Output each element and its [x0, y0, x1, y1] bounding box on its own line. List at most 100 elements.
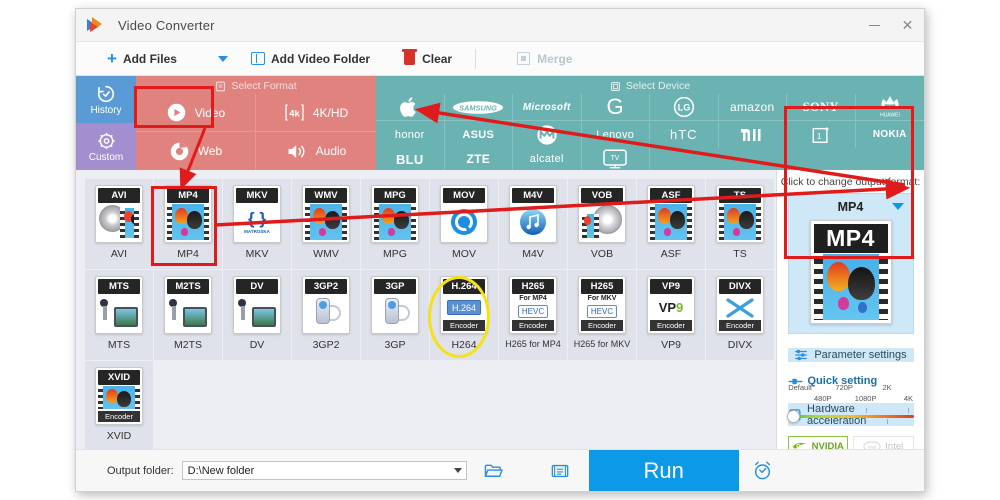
close-icon[interactable]: ✕: [891, 9, 924, 42]
merge-button[interactable]: Merge: [508, 42, 581, 76]
device-brand-sony[interactable]: SONY: [787, 94, 856, 121]
device-brand-zte[interactable]: ZTE: [445, 148, 513, 170]
ts-badge: TS: [719, 188, 761, 203]
format-tile-asf[interactable]: ASF ASF: [637, 179, 705, 269]
device-brand-microsoft[interactable]: Microsoft: [513, 94, 582, 121]
add-video-folder-label: Add Video Folder: [270, 51, 371, 66]
parameter-settings-button[interactable]: Parameter settings: [787, 348, 914, 362]
output-format-value: MP4: [837, 200, 864, 214]
output-format-preview: MP4: [809, 220, 892, 324]
3gp2-label: 3GP2: [312, 339, 340, 351]
device-brand-google[interactable]: G: [581, 94, 650, 121]
sidebar-item-history[interactable]: History: [76, 76, 136, 123]
format-tab-audio-label: Audio: [315, 144, 347, 158]
format-tile-panel: AVI AVI MP4 MP4 MKV {} MATROSKA MKV WMV…: [76, 170, 776, 449]
add-video-folder-button[interactable]: Add Video Folder: [242, 42, 379, 76]
format-tile-h264[interactable]: H.264 H.264 Encoder H264: [430, 270, 498, 360]
device-brand-tv[interactable]: TV: [582, 148, 650, 170]
run-button[interactable]: Run: [588, 449, 739, 491]
merge-label: Merge: [537, 51, 573, 66]
sidebar-item-custom[interactable]: Custom: [76, 123, 136, 170]
chevron-down-icon[interactable]: [217, 55, 228, 62]
device-brand-nokia[interactable]: NOKIA: [856, 121, 925, 148]
format-tile-vob[interactable]: VOB VOB: [568, 179, 636, 269]
open-folder-button[interactable]: [479, 457, 509, 485]
format-tile-mov[interactable]: MOV MOV: [430, 179, 498, 269]
h265-mp4-label: H265 for MP4: [505, 339, 561, 349]
format-tile-dv[interactable]: DV DV: [223, 270, 291, 360]
ts-icon: TS: [716, 185, 764, 243]
alarm-clock-icon: [755, 461, 771, 480]
app-logo-icon: [87, 17, 105, 33]
device-brand-samsung[interactable]: SAMSUNG: [444, 94, 513, 121]
output-format-selector[interactable]: MP4 MP4: [787, 193, 914, 334]
device-brand-htc[interactable]: hTC: [650, 121, 719, 148]
format-tab-4khd[interactable]: 4k 4K/HD: [256, 94, 376, 132]
device-brand-huawei[interactable]: HUAWEI: [855, 94, 924, 121]
clear-button[interactable]: Clear: [395, 42, 461, 76]
add-files-button[interactable]: + Add Files: [98, 42, 186, 76]
quality-slider-track[interactable]: [787, 415, 914, 418]
main-body: AVI AVI MP4 MP4 MKV {} MATROSKA MKV WMV…: [76, 170, 924, 457]
device-brand-honor[interactable]: honor: [376, 121, 445, 148]
output-settings-panel: Click to change output format: MP4 MP4 P…: [776, 170, 924, 457]
quality-label-2k: 2K: [882, 383, 892, 392]
3gp-badge: 3GP: [374, 279, 416, 294]
format-tile-ts[interactable]: TS TS: [706, 179, 774, 269]
format-tile-mkv[interactable]: MKV { } MATROSKA MKV: [223, 179, 291, 269]
format-tile-3gp[interactable]: 3GP 3GP: [361, 270, 429, 360]
format-tile-h265-mp4[interactable]: H265 For MP4 HEVC Encoder H265 for MP4: [499, 270, 567, 360]
play-circle-icon: [167, 103, 185, 122]
format-tile-xvid[interactable]: XVID Encoder XVID: [85, 361, 153, 449]
mov-badge: MOV: [443, 188, 485, 203]
device-brand-amazon[interactable]: amazon: [718, 94, 787, 121]
minimize-icon[interactable]: [858, 9, 891, 42]
format-tile-3gp2[interactable]: 3GP2 3GP2: [292, 270, 360, 360]
format-tile-vp9[interactable]: VP9 VP 9 Encoder VP9: [637, 270, 705, 360]
format-tab-audio[interactable]: Audio: [256, 132, 376, 170]
format-tile-h265-mkv[interactable]: H265 For MKV HEVC Encoder H265 for MKV: [568, 270, 636, 360]
schedule-button[interactable]: [739, 450, 787, 492]
chevron-down-icon[interactable]: [891, 203, 904, 210]
h264-label: H264: [451, 339, 477, 351]
format-tab-web[interactable]: Web: [136, 132, 256, 170]
device-brand-blu[interactable]: BLU: [376, 148, 445, 170]
device-brand-motorola[interactable]: [513, 121, 582, 148]
select-device-label: Select Device: [625, 80, 691, 92]
gear-icon: [97, 132, 115, 149]
media-info-button[interactable]: [545, 457, 575, 485]
quality-label-4k: 4K: [903, 394, 914, 403]
device-brand-lg[interactable]: LG: [650, 94, 719, 121]
output-folder-select[interactable]: [174, 461, 467, 481]
format-tile-mp4[interactable]: MP4 MP4: [154, 179, 222, 269]
toolbar-divider: [475, 48, 477, 69]
dv-icon: DV: [233, 276, 281, 334]
format-tile-divx[interactable]: DIVX Encoder DIVX: [706, 270, 774, 360]
device-brand-lenovo[interactable]: Lenovo: [582, 121, 650, 148]
quality-labels-bottom: Default 720P 2K: [788, 383, 914, 394]
format-tile-mts[interactable]: MTS MTS: [85, 270, 153, 360]
device-brand-asus[interactable]: ASUS: [445, 121, 513, 148]
format-tile-m4v[interactable]: M4V M4V: [499, 179, 567, 269]
device-brand-alcatel[interactable]: alcatel: [513, 148, 582, 170]
divx-encoder-label: Encoder: [719, 320, 761, 331]
device-brand-xiaomi[interactable]: [719, 121, 787, 148]
quality-slider-knob[interactable]: [786, 410, 800, 423]
sidebar-item-history-label: History: [90, 104, 122, 116]
format-tile-m2ts[interactable]: M2TS M2TS: [154, 270, 222, 360]
format-tile-wmv[interactable]: WMV WMV: [292, 179, 360, 269]
device-brand-oneplus[interactable]: 1: [787, 121, 856, 148]
output-folder-input[interactable]: [181, 461, 467, 481]
format-tile-avi[interactable]: AVI AVI: [85, 179, 153, 269]
mp4-label: MP4: [177, 248, 199, 260]
format-tile-mpg[interactable]: MPG MPG: [361, 179, 429, 269]
dv-label: DV: [249, 339, 265, 351]
chevron-down-icon[interactable]: [453, 467, 462, 473]
wmv-label: WMV: [313, 248, 339, 260]
blu-logo: BLU: [395, 151, 424, 167]
format-tab-video[interactable]: Video: [136, 94, 256, 132]
mpg-icon: MPG: [371, 185, 419, 243]
device-brand-apple[interactable]: [376, 94, 445, 121]
h264-codec-label: H.264: [451, 302, 477, 313]
vob-label: VOB: [590, 248, 614, 260]
